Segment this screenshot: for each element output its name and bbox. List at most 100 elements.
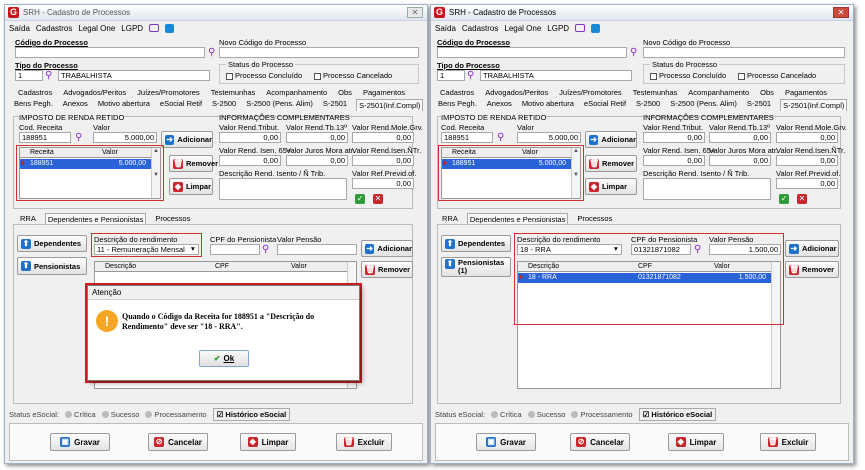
- irr-clear-button[interactable]: ◆ Limpar: [169, 178, 213, 195]
- irr-remove-button[interactable]: 🗑 Remover: [585, 155, 637, 172]
- tab-advogados[interactable]: Advogados/Peritos: [484, 88, 549, 97]
- info-input-1[interactable]: 0,00: [709, 132, 771, 143]
- confirm-icon[interactable]: ✓: [779, 194, 789, 204]
- cancelado-checkbox[interactable]: Processo Cancelado: [314, 71, 392, 80]
- tab-s2501-compl[interactable]: S-2501(Inf.Compl): [356, 99, 424, 111]
- cancelado-checkbox[interactable]: Processo Cancelado: [738, 71, 816, 80]
- tab-s2501[interactable]: S-2501: [322, 99, 348, 111]
- pensionistas-button[interactable]: ⬆ Pensionistas (1): [441, 257, 511, 277]
- limpar-button[interactable]: ◆ Limpar: [240, 433, 296, 451]
- tab-testemunhas[interactable]: Testemunhas: [210, 88, 257, 97]
- close-button[interactable]: ✕: [407, 7, 423, 18]
- tab-s2501-compl[interactable]: S-2501(Inf.Compl): [780, 99, 848, 111]
- valor-input[interactable]: 5.000,00: [93, 132, 157, 143]
- tab-pagamentos[interactable]: Pagamentos: [362, 88, 406, 97]
- search-icon[interactable]: ⚲: [208, 48, 218, 58]
- excluir-button[interactable]: 🗑 Excluir: [336, 433, 392, 451]
- tab-motivo[interactable]: Motivo abertura: [521, 99, 575, 111]
- concluido-checkbox[interactable]: Processo Concluído: [650, 71, 726, 80]
- prev-input[interactable]: 0,00: [352, 178, 414, 189]
- irr-add-button[interactable]: ➜ Adicionar: [585, 131, 637, 148]
- chat-icon[interactable]: [149, 24, 160, 32]
- codigo-input[interactable]: [15, 47, 205, 58]
- tab-obs[interactable]: Obs: [337, 88, 353, 97]
- gravar-button[interactable]: ▣ Gravar: [476, 433, 536, 451]
- help-icon[interactable]: [591, 23, 601, 33]
- cod-receita-input[interactable]: 188951: [19, 132, 71, 143]
- cod-receita-input[interactable]: 188951: [441, 132, 493, 143]
- historico-button[interactable]: ☑ Histórico eSocial: [212, 407, 291, 421]
- chat-icon[interactable]: [575, 24, 586, 32]
- irr-add-button[interactable]: ➜ Adicionar: [161, 131, 213, 148]
- cpf-input[interactable]: [210, 244, 260, 255]
- dep-remove-button[interactable]: 🗑 Remover: [361, 261, 413, 278]
- info-input2-1[interactable]: 0,00: [709, 155, 771, 166]
- help-icon[interactable]: [165, 23, 175, 33]
- info-input2-2[interactable]: 0,00: [776, 155, 838, 166]
- tipo-code-input[interactable]: 1: [15, 70, 43, 81]
- search-icon[interactable]: ⚲: [262, 245, 272, 255]
- tab-advogados[interactable]: Advogados/Peritos: [62, 88, 127, 97]
- cancel-icon[interactable]: ✕: [373, 194, 383, 204]
- close-button[interactable]: ✕: [833, 7, 849, 18]
- tab-esocial-retif[interactable]: eSocial Retif: [583, 99, 627, 111]
- irr-remove-button[interactable]: 🗑 Remover: [169, 155, 218, 172]
- codigo-input[interactable]: [437, 47, 627, 58]
- menu-cadastros[interactable]: Cadastros: [462, 24, 498, 33]
- tab-cadastros[interactable]: Cadastros: [17, 88, 53, 97]
- tipo-code-input[interactable]: 1: [437, 70, 465, 81]
- irr-clear-button[interactable]: ◆ Limpar: [585, 178, 637, 195]
- cancel-icon[interactable]: ✕: [797, 194, 807, 204]
- confirm-icon[interactable]: ✓: [355, 194, 365, 204]
- search-icon[interactable]: ⚲: [45, 71, 55, 81]
- info-input2-2[interactable]: 0,00: [352, 155, 414, 166]
- valor-pensao-input[interactable]: [277, 244, 357, 255]
- tab-cadastros[interactable]: Cadastros: [439, 88, 475, 97]
- tab-acompanhamento[interactable]: Acompanhamento: [265, 88, 328, 97]
- search-icon[interactable]: ⚲: [630, 48, 640, 58]
- tab-acompanhamento[interactable]: Acompanhamento: [687, 88, 750, 97]
- tab-s2500-pens[interactable]: S-2500 (Pens. Alim): [245, 99, 314, 111]
- tab-anexos[interactable]: Anexos: [486, 99, 513, 111]
- cancelar-button[interactable]: ⊘ Cancelar: [570, 433, 630, 451]
- menu-saida[interactable]: Saída: [9, 24, 30, 33]
- menu-lgpd[interactable]: LGPD: [547, 24, 569, 33]
- ok-button[interactable]: ✔ Ok: [199, 350, 249, 367]
- novo-codigo-input[interactable]: [219, 47, 419, 58]
- desc-isento-input[interactable]: [643, 178, 771, 200]
- tab-s2501[interactable]: S-2501: [746, 99, 772, 111]
- tab-motivo[interactable]: Motivo abertura: [97, 99, 151, 111]
- search-icon[interactable]: ⚲: [75, 133, 85, 143]
- tab-pagamentos[interactable]: Pagamentos: [784, 88, 828, 97]
- tab-bens[interactable]: Bens Pegh.: [13, 99, 54, 111]
- menu-legal-one[interactable]: Legal One: [504, 24, 541, 33]
- info-input-0[interactable]: 0,00: [643, 132, 705, 143]
- gravar-button[interactable]: ▣ Gravar: [50, 433, 110, 451]
- tab-testemunhas[interactable]: Testemunhas: [632, 88, 679, 97]
- tab-juizes[interactable]: Juízes/Promotores: [558, 88, 623, 97]
- pensionistas-button[interactable]: ⬆ Pensionistas: [17, 257, 87, 275]
- search-icon[interactable]: ⚲: [467, 71, 477, 81]
- cancelar-button[interactable]: ⊘ Cancelar: [148, 433, 208, 451]
- tab-s2500-pens[interactable]: S-2500 (Pens. Alim): [669, 99, 738, 111]
- search-icon[interactable]: ⚲: [497, 133, 507, 143]
- menu-cadastros[interactable]: Cadastros: [36, 24, 72, 33]
- info-input-2[interactable]: 0,00: [776, 132, 838, 143]
- info-input-2[interactable]: 0,00: [352, 132, 414, 143]
- tab-s2500[interactable]: S-2500: [635, 99, 661, 111]
- valor-input[interactable]: 5.000,00: [517, 132, 581, 143]
- desc-isento-input[interactable]: [219, 178, 347, 200]
- info-input2-1[interactable]: 0,00: [286, 155, 348, 166]
- menu-saida[interactable]: Saída: [435, 24, 456, 33]
- tab-bens[interactable]: Bens Pegh.: [437, 99, 478, 111]
- info-input-1[interactable]: 0,00: [286, 132, 348, 143]
- novo-codigo-input[interactable]: [643, 47, 845, 58]
- dep-remove-button[interactable]: 🗑 Remover: [785, 261, 839, 278]
- tab-esocial-retif[interactable]: eSocial Retif: [159, 99, 203, 111]
- menu-lgpd[interactable]: LGPD: [121, 24, 143, 33]
- dep-add-button[interactable]: ➜ Adicionar: [361, 240, 413, 257]
- dep-add-button[interactable]: ➜ Adicionar: [785, 240, 839, 257]
- tab-juizes[interactable]: Juízes/Promotores: [136, 88, 201, 97]
- concluido-checkbox[interactable]: Processo Concluído: [226, 71, 302, 80]
- prev-input[interactable]: 0,00: [776, 178, 838, 189]
